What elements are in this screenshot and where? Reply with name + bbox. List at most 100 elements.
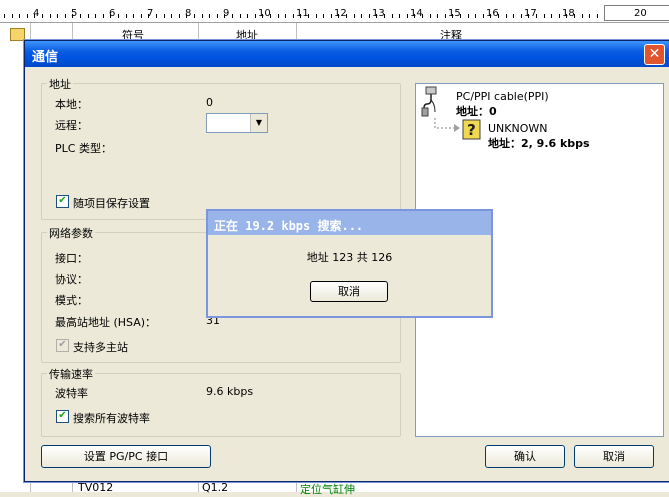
search-all-rates-label: 搜索所有波特率 [73,412,150,425]
ruler-tick [118,14,119,18]
search-all-rates-checkbox[interactable]: ✔ [56,410,69,423]
device-name[interactable]: UNKNOWN [488,122,548,135]
ruler-tick [72,14,74,18]
ruler-label: 14 [410,8,423,19]
remote-label: 远程： [55,119,88,132]
ruler-tick [285,14,287,18]
local-value: 0 [206,96,213,109]
ruler-tick [156,14,157,18]
ruler-tick [353,14,355,18]
ok-button[interactable]: 确认 [485,445,565,468]
ruler-tick [414,14,416,18]
ruler-tick [308,14,309,18]
ruler-tick [596,14,598,18]
ruler-tick [361,14,363,18]
search-dialog-title: 正在 19.2 kbps 搜索... [214,219,364,233]
remote-address-select[interactable]: ▼ [206,113,268,133]
search-progress-dialog: 正在 19.2 kbps 搜索... 地址 123 共 126 取消 [206,209,493,318]
svg-text:?: ? [467,121,476,139]
ruler-tick [110,14,112,18]
cable-name[interactable]: PC/PPI cable(PPI) [456,90,549,103]
ruler-tick [437,14,439,18]
cancel-button[interactable]: 取消 [574,445,654,468]
ruler-tick [422,14,423,18]
ruler-tick [232,14,233,18]
set-pgpc-interface-button[interactable]: 设置 PG/PC 接口 [41,445,211,468]
dialog-titlebar[interactable]: 通信 ✕ [25,41,669,67]
ruler-tick [140,14,142,18]
search-dialog-titlebar[interactable]: 正在 19.2 kbps 搜索... [208,211,491,235]
cable-icon [421,86,437,117]
ruler-tick [368,14,370,18]
ruler-tick [216,14,218,18]
ruler-tick [566,14,568,18]
ruler-tick [528,14,530,18]
ruler-tick [57,14,59,18]
hsa-label: 最高站地址 (HSA)： [55,316,157,329]
ruler-tick [171,14,173,18]
ruler-tick [239,14,241,18]
close-button[interactable]: ✕ [644,44,665,65]
network-group-label: 网络参数 [47,225,95,241]
ruler-tick [498,14,499,18]
ruler-tick [194,14,195,18]
ruler-tick [551,14,553,18]
multi-master-checkbox[interactable]: ✔ [56,339,69,352]
ruler-tick [505,14,507,18]
ruler-label: 10 [258,8,271,19]
ruler-tick [330,14,332,18]
ruler-tick [581,14,583,18]
ruler-tick [490,14,492,18]
ruler-tick [574,14,575,18]
ruler-tick [513,14,515,18]
local-label: 本地： [55,98,88,111]
ruler-tick [429,14,431,18]
table-icon [10,28,25,41]
ruler-tick [475,14,477,18]
ruler-label: 12 [334,8,347,19]
ruler-tick [520,14,522,18]
ruler-tick [376,14,378,18]
ruler-tick [315,14,317,18]
ruler-tick [133,14,135,18]
ruler-tick [42,14,43,18]
table-cell[interactable]: 定位气缸伸 [300,481,355,497]
plc-type-label: PLC 类型： [55,142,112,155]
ruler-tick [452,14,454,18]
ruler-tick [467,14,469,18]
ruler-tick [384,14,385,18]
chevron-down-icon[interactable]: ▼ [250,114,267,132]
ruler-tick [460,14,461,18]
save-with-project-checkbox[interactable]: ✔ [56,195,69,208]
ruler-tick [148,14,150,18]
search-cancel-button[interactable]: 取消 [310,281,388,302]
ruler-tick [346,14,347,18]
ruler-tick [80,14,81,18]
ruler-tick [163,14,165,18]
dialog-title: 通信 [32,50,59,65]
ruler-tick [277,14,279,18]
ruler-tick [300,14,302,18]
ruler-tick [87,14,89,18]
ruler-label: 16 [486,8,499,19]
ruler-label: 11 [296,8,309,19]
close-icon: ✕ [648,46,661,62]
ruler-tick [49,14,51,18]
ruler-tick [338,14,340,18]
table-cell[interactable]: Q1.2 [202,481,228,494]
ruler-tick [399,14,401,18]
ruler-tick [209,14,211,18]
ruler: 4 5 6 7 8 9 10 11 12 13 14 15 16 17 18 2… [0,0,669,23]
ruler-tick [323,14,325,18]
ruler-tick [254,14,256,18]
ruler-tick [186,14,188,18]
ruler-tick [444,14,446,18]
interface-label: 接口： [55,252,88,265]
ruler-tick [406,14,408,18]
table-cell[interactable]: TV012 [78,481,113,494]
ruler-tick [178,14,180,18]
ruler-tick [543,14,545,18]
mode-label: 模式： [55,294,88,307]
multi-master-label: 支持多主站 [73,341,128,354]
ruler-label: 18 [562,8,575,19]
